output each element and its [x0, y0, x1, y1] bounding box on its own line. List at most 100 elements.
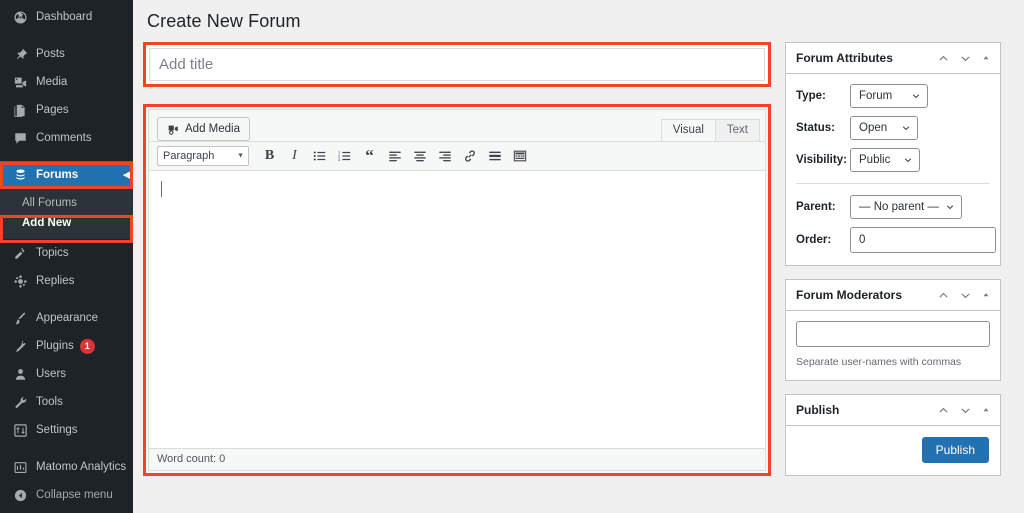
tab-visual[interactable]: Visual [660, 119, 716, 141]
editor-highlight-box: Add Media Visual Text Paragraph ▼ B I 1 … [143, 104, 771, 476]
sidebar-item-replies[interactable]: Replies [0, 267, 133, 295]
attributes-divider [796, 183, 990, 184]
italic-icon[interactable]: I [282, 146, 307, 166]
forums-submenu: All Forums Add New [0, 189, 133, 239]
move-down-icon[interactable] [959, 404, 972, 417]
sidebar-divider-1 [0, 31, 133, 40]
sidebar-item-settings[interactable]: Settings [0, 416, 133, 444]
forum-attributes-body: Type: Forum Status: Open Visibility: Pub… [786, 74, 1000, 265]
sidebar-item-comments[interactable]: Comments [0, 124, 133, 152]
align-right-icon[interactable] [432, 146, 457, 166]
forum-order-input[interactable] [850, 227, 996, 253]
toggle-panel-icon[interactable] [981, 405, 991, 415]
toggle-panel-icon[interactable] [981, 53, 991, 63]
tools-icon [11, 393, 29, 411]
plugin-icon [11, 337, 29, 355]
parent-select-wrap: — No parent — [850, 195, 962, 219]
sidebar-item-users[interactable]: Users [0, 360, 133, 388]
content-columns: Add Media Visual Text Paragraph [143, 42, 1012, 489]
format-select-wrap: Paragraph ▼ [157, 146, 249, 166]
sidebar-item-topics[interactable]: Topics [0, 239, 133, 267]
forums-icon [11, 166, 29, 184]
add-media-icon [167, 123, 180, 136]
moderators-hint: Separate user-names with commas [796, 356, 962, 368]
order-label: Order: [796, 234, 832, 246]
page-title: Create New Forum [147, 11, 301, 31]
sidebar-item-plugins[interactable]: Plugins 1 [0, 332, 133, 360]
replies-icon [11, 272, 29, 290]
forum-parent-select[interactable]: — No parent — [850, 195, 962, 219]
align-left-icon[interactable] [382, 146, 407, 166]
sidebar-item-label: Media [36, 76, 68, 88]
secondary-column: Forum Attributes Type: Forum Status: Ope… [785, 42, 1001, 489]
add-media-button[interactable]: Add Media [157, 117, 250, 141]
moderators-input[interactable] [796, 321, 990, 347]
bulleted-list-icon[interactable] [307, 146, 332, 166]
sidebar-item-appearance[interactable]: Appearance [0, 304, 133, 332]
sidebar-item-label: Pages [36, 104, 69, 116]
forum-status-select[interactable]: Open [850, 116, 918, 140]
sidebar-item-collapse-menu[interactable]: Collapse menu [0, 481, 133, 509]
move-up-icon[interactable] [937, 404, 950, 417]
media-icon [11, 73, 29, 91]
collapse-icon [11, 486, 29, 504]
plugins-update-badge: 1 [79, 338, 95, 354]
blockquote-icon[interactable]: “ [357, 146, 382, 166]
title-input[interactable] [149, 48, 765, 81]
sidebar-item-media[interactable]: Media [0, 68, 133, 96]
forum-attributes-panel: Forum Attributes Type: Forum Status: Ope… [785, 42, 1001, 266]
sidebar-divider-4 [0, 444, 133, 453]
forum-type-select[interactable]: Forum [850, 84, 928, 108]
sidebar-item-matomo-analytics[interactable]: Matomo Analytics [0, 453, 133, 481]
title-highlight-box [143, 42, 771, 87]
sidebar-item-posts[interactable]: Posts [0, 40, 133, 68]
link-icon[interactable] [457, 146, 482, 166]
publish-button[interactable]: Publish [921, 437, 989, 463]
sidebar-item-label: Posts [36, 48, 65, 60]
primary-column: Add Media Visual Text Paragraph [143, 42, 771, 476]
visibility-row: Visibility: Public [796, 148, 990, 172]
editor-mode-tabs: Visual Text [660, 119, 765, 141]
sidebar-item-add-new[interactable]: Add New [0, 213, 133, 233]
settings-icon [11, 421, 29, 439]
wordpress-admin-screen: Dashboard Posts Media Pages Comments For… [0, 0, 1024, 513]
numbered-list-icon[interactable]: 123 [332, 146, 357, 166]
sidebar-item-tools[interactable]: Tools [0, 388, 133, 416]
sidebar-item-dashboard[interactable]: Dashboard [0, 3, 133, 31]
sidebar-item-pages[interactable]: Pages [0, 96, 133, 124]
tab-text[interactable]: Text [714, 119, 760, 141]
read-more-icon[interactable] [482, 146, 507, 166]
brush-icon [11, 309, 29, 327]
publish-panel: Publish Publish [785, 394, 1001, 476]
move-up-icon[interactable] [937, 52, 950, 65]
forum-visibility-select[interactable]: Public [850, 148, 920, 172]
toolbar-toggle-icon[interactable] [507, 146, 532, 166]
add-media-label: Add Media [185, 123, 240, 135]
panel-title: Forum Moderators [796, 288, 903, 302]
svg-text:3: 3 [338, 157, 341, 162]
main-content: Create New Forum Add Media [133, 0, 1024, 513]
sidebar-item-label: Settings [36, 424, 78, 436]
forum-moderators-body: Separate user-names with commas [786, 311, 1000, 380]
type-label: Type: [796, 90, 826, 102]
sidebar-divider-3 [0, 295, 133, 304]
sidebar-item-label: Plugins [36, 340, 74, 352]
topics-icon [11, 244, 29, 262]
sidebar-divider-2 [0, 152, 133, 161]
editor-content-area[interactable] [149, 170, 765, 448]
align-center-icon[interactable] [407, 146, 432, 166]
users-icon [11, 365, 29, 383]
editor-media-bar: Add Media Visual Text [149, 110, 765, 141]
sidebar-item-forums[interactable]: Forums ◀ [0, 161, 133, 189]
paragraph-format-select[interactable]: Paragraph [157, 146, 249, 166]
sidebar-item-label: Users [36, 368, 67, 380]
toggle-panel-icon[interactable] [981, 290, 991, 300]
panel-controls [937, 289, 991, 302]
sidebar-item-all-forums[interactable]: All Forums [0, 193, 133, 213]
type-select-wrap: Forum [850, 84, 928, 108]
move-down-icon[interactable] [959, 289, 972, 302]
move-up-icon[interactable] [937, 289, 950, 302]
bold-icon[interactable]: B [257, 146, 282, 166]
panel-controls [937, 52, 991, 65]
move-down-icon[interactable] [959, 52, 972, 65]
